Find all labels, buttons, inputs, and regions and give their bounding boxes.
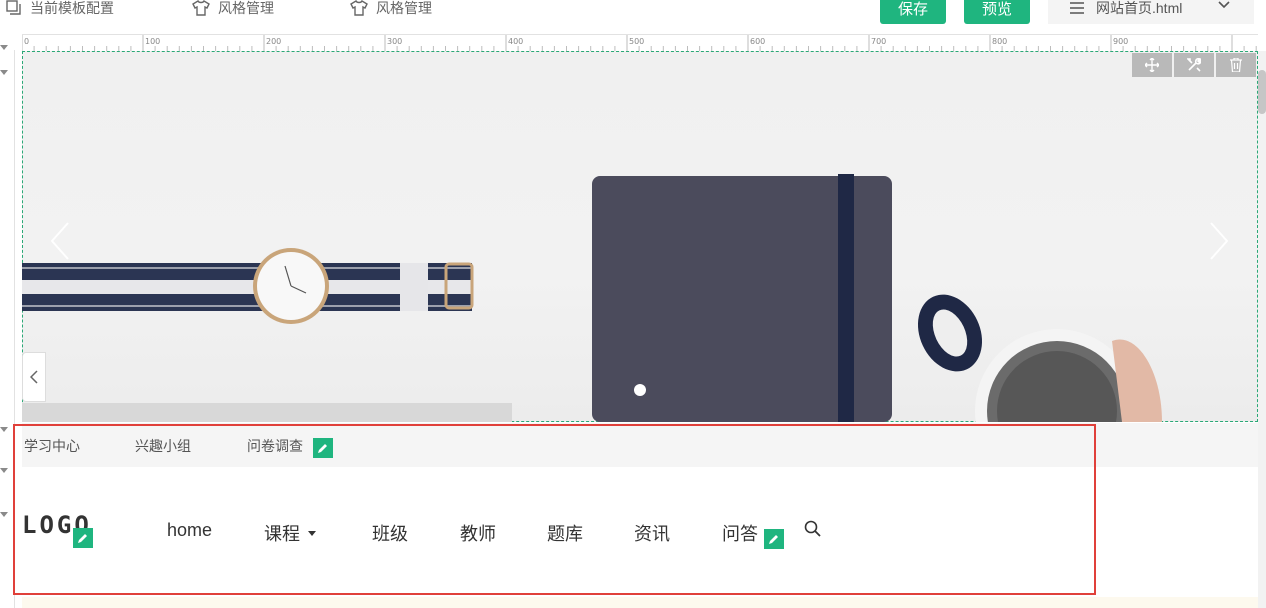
template-config-label: 当前模板配置 xyxy=(30,0,114,16)
carousel-indicator[interactable] xyxy=(634,384,646,396)
delete-button[interactable] xyxy=(1216,53,1256,77)
copy-icon xyxy=(6,0,21,15)
chevron-left-icon[interactable] xyxy=(50,221,70,261)
page-select-dropdown[interactable]: 网站首页.html xyxy=(1048,0,1254,24)
settings-button[interactable] xyxy=(1174,53,1214,77)
ruler-label: 900 xyxy=(1113,37,1128,46)
scrollbar-track[interactable] xyxy=(1258,51,1266,608)
shirt-icon xyxy=(350,0,368,16)
ruler-marker-icon[interactable] xyxy=(0,45,8,50)
scrollbar-thumb[interactable] xyxy=(1258,70,1266,114)
template-config-button[interactable]: 当前模板配置 xyxy=(6,0,114,22)
ruler-label: 500 xyxy=(629,37,644,46)
next-section-strip xyxy=(22,597,1258,608)
banner-carousel[interactable] xyxy=(22,51,1258,422)
settings-icon xyxy=(1187,58,1201,72)
style-manage-button-1[interactable]: 风格管理 xyxy=(192,0,274,22)
style-manage-label-1: 风格管理 xyxy=(218,0,274,16)
move-icon xyxy=(1145,58,1159,72)
shirt-icon xyxy=(192,0,210,16)
ruler-label: 400 xyxy=(508,37,523,46)
ruler-label: 600 xyxy=(750,37,765,46)
chevron-left-icon xyxy=(30,370,38,384)
ruler-label: 100 xyxy=(145,37,160,46)
trash-icon xyxy=(1230,58,1242,72)
style-manage-label-2: 风格管理 xyxy=(376,0,432,16)
ruler-marker-icon[interactable] xyxy=(0,468,8,473)
preview-button[interactable]: 预览 xyxy=(964,0,1030,24)
ruler-label: 700 xyxy=(871,37,886,46)
style-manage-button-2[interactable]: 风格管理 xyxy=(350,0,432,22)
move-button[interactable] xyxy=(1132,53,1172,77)
save-button[interactable]: 保存 xyxy=(880,0,946,24)
chevron-down-icon xyxy=(1218,1,1230,9)
ruler-marker-icon[interactable] xyxy=(0,427,8,432)
selected-block-outline xyxy=(13,424,1096,595)
editor-toolbar: 当前模板配置 风格管理 风格管理 保存 预览 网站首页.html xyxy=(0,0,1266,33)
ruler-label: 200 xyxy=(266,37,281,46)
horizontal-ruler: 0 100 200 300 400 500 600 700 800 900 xyxy=(21,34,1258,52)
ruler-label: 300 xyxy=(387,37,402,46)
block-tools xyxy=(1132,53,1256,77)
ruler-marker-icon[interactable] xyxy=(0,512,8,517)
collapse-panel-button[interactable] xyxy=(22,352,46,402)
ruler-marker-icon[interactable] xyxy=(0,70,8,75)
ruler-label: 800 xyxy=(992,37,1007,46)
current-page-label: 网站首页.html xyxy=(1096,0,1183,16)
ruler-ticks: 0 100 200 300 400 500 600 700 800 900 xyxy=(21,35,1257,51)
chevron-right-icon[interactable] xyxy=(1209,221,1229,261)
menu-icon xyxy=(1070,2,1084,14)
ruler-label: 0 xyxy=(24,37,29,46)
banner-image xyxy=(22,174,1162,422)
